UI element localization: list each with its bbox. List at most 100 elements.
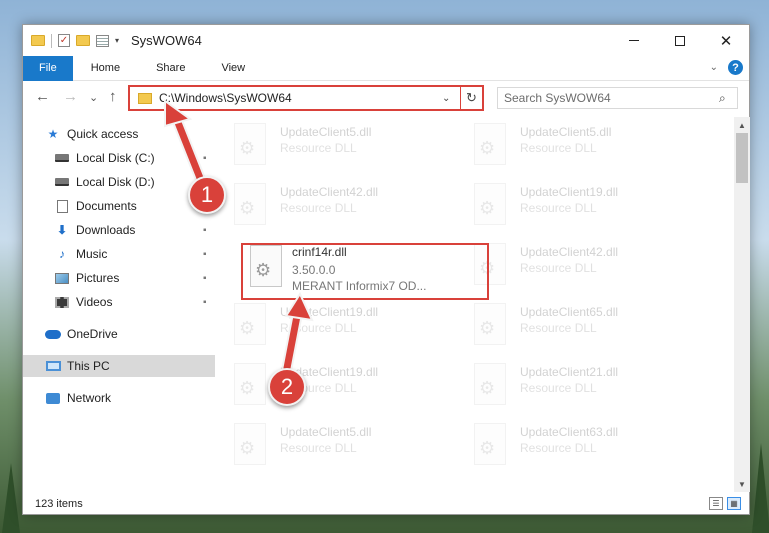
sidebar-item-videos[interactable]: Videos ▪ <box>23 291 215 313</box>
tab-file[interactable]: File <box>23 55 73 81</box>
file-item[interactable]: UpdateClient5.dll Resource DLL <box>228 417 453 475</box>
sidebar-item-this-pc[interactable]: This PC <box>23 355 215 377</box>
sidebar-item-documents[interactable]: Documents ▪ <box>23 195 215 217</box>
scroll-down-icon[interactable]: ▼ <box>734 476 750 492</box>
file-item[interactable]: UpdateClient5.dll Resource DLL <box>228 117 453 175</box>
file-description: Resource DLL <box>280 141 357 155</box>
tab-view[interactable]: View <box>203 56 263 81</box>
ribbon-tabs: File Home Share View ⌄ ? <box>23 55 749 81</box>
search-box[interactable]: Search SysWOW64 ⌕ <box>497 87 738 109</box>
file-description: Resource DLL <box>520 321 597 335</box>
view-switcher: ☰ ▦ <box>709 497 741 510</box>
help-icon[interactable]: ? <box>728 60 743 75</box>
file-description: Resource DLL <box>520 141 597 155</box>
maximize-icon <box>675 35 685 46</box>
sidebar-item-label: Quick access <box>67 127 139 141</box>
dll-file-icon <box>234 303 266 345</box>
status-bar: 123 items ☰ ▦ <box>23 493 749 515</box>
refresh-button[interactable]: ↻ <box>460 87 482 109</box>
sidebar-item-onedrive[interactable]: OneDrive <box>23 323 215 345</box>
vertical-scrollbar[interactable]: ▲ ▼ <box>734 117 750 492</box>
sidebar-item-label: Music <box>76 247 108 261</box>
file-list: UpdateClient5.dll Resource DLL UpdateCli… <box>216 117 733 492</box>
sidebar-item-label: Local Disk (C:) <box>76 151 155 165</box>
window-controls: ✕ <box>611 25 749 56</box>
file-item[interactable]: UpdateClient65.dll Resource DLL <box>468 297 693 355</box>
star-icon: ★ <box>47 127 59 141</box>
sidebar-item-music[interactable]: ♪ Music ▪ <box>23 243 215 265</box>
address-bar[interactable]: C:\Windows\SysWOW64 ⌄ ↻ <box>128 85 484 111</box>
tree <box>2 463 20 533</box>
cloud-icon <box>45 327 61 341</box>
view-properties-icon[interactable] <box>96 34 109 47</box>
scrollbar-thumb[interactable] <box>736 133 748 183</box>
properties-check-icon[interactable]: ✓ <box>58 34 70 47</box>
address-path[interactable]: C:\Windows\SysWOW64 <box>159 91 442 105</box>
folder-icon[interactable] <box>31 35 45 46</box>
up-button[interactable]: ↑ <box>109 88 117 105</box>
sidebar-item-label: Network <box>67 391 112 405</box>
dll-file-icon <box>474 123 506 165</box>
file-name: UpdateClient19.dll <box>280 305 379 319</box>
sidebar-item-label: Downloads <box>76 223 136 237</box>
pin-icon[interactable]: ▪ <box>203 297 207 308</box>
sidebar-item-pictures[interactable]: Pictures ▪ <box>23 267 215 289</box>
new-folder-icon[interactable] <box>76 35 90 46</box>
file-name: UpdateClient65.dll <box>520 305 619 319</box>
file-item[interactable]: UpdateClient19.dll Resource DLL <box>468 177 693 235</box>
search-icon[interactable]: ⌕ <box>719 91 737 106</box>
file-name: UpdateClient5.dll <box>280 425 372 439</box>
file-name: UpdateClient19.dll <box>520 185 619 199</box>
navigation-bar: ← → ⌄ ↑ C:\Windows\SysWOW64 ⌄ ↻ Search S… <box>23 83 749 113</box>
file-item[interactable]: UpdateClient19.dll Resource DLL <box>228 357 453 415</box>
dll-file-icon <box>474 423 506 465</box>
file-item[interactable]: UpdateClient21.dll Resource DLL <box>468 357 693 415</box>
tiles-view-icon[interactable]: ▦ <box>727 497 741 510</box>
pin-icon[interactable]: ▪ <box>203 153 207 164</box>
file-description: Resource DLL <box>280 441 357 455</box>
pin-icon[interactable]: ▪ <box>203 249 207 260</box>
picture-icon <box>54 271 70 285</box>
back-button[interactable]: ← <box>35 88 50 105</box>
file-explorer-window: ✓ ▾ SysWOW64 ✕ File Home Share View ⌄ ? … <box>22 24 750 515</box>
sidebar-item-local-disk-c[interactable]: Local Disk (C:) ▪ <box>23 147 215 169</box>
scroll-up-icon[interactable]: ▲ <box>734 117 750 133</box>
download-icon: ⬇ <box>56 223 68 237</box>
recent-locations-button[interactable]: ⌄ <box>89 91 98 104</box>
sidebar-item-downloads[interactable]: ⬇ Downloads ▪ <box>23 219 215 241</box>
sidebar-item-quick-access[interactable]: ★ Quick access <box>23 123 215 145</box>
file-item[interactable]: UpdateClient63.dll Resource DLL <box>468 417 693 475</box>
sidebar-item-local-disk-d[interactable]: Local Disk (D:) <box>23 171 215 193</box>
tab-share[interactable]: Share <box>138 56 203 81</box>
sidebar-item-network[interactable]: Network <box>23 387 215 409</box>
file-item[interactable]: UpdateClient5.dll Resource DLL <box>468 117 693 175</box>
file-item[interactable]: UpdateClient42.dll Resource DLL <box>228 177 453 235</box>
minimize-button[interactable] <box>611 25 657 56</box>
drive-icon <box>54 151 70 165</box>
maximize-button[interactable] <box>657 25 703 56</box>
tab-home[interactable]: Home <box>73 56 138 81</box>
file-item[interactable]: UpdateClient19.dll Resource DLL <box>228 297 453 355</box>
details-view-icon[interactable]: ☰ <box>709 497 723 510</box>
item-count: 123 items <box>35 498 83 510</box>
minimize-icon <box>629 40 639 41</box>
close-button[interactable]: ✕ <box>703 25 749 56</box>
network-icon <box>45 391 61 405</box>
file-name: UpdateClient63.dll <box>520 425 619 439</box>
pin-icon[interactable]: ▪ <box>203 225 207 236</box>
toolbar-divider <box>51 33 52 48</box>
search-input[interactable]: Search SysWOW64 <box>504 91 719 105</box>
address-dropdown-icon[interactable]: ⌄ <box>442 93 460 104</box>
file-name: UpdateClient42.dll <box>520 245 619 259</box>
tree <box>752 443 769 533</box>
file-description: Resource DLL <box>520 381 597 395</box>
file-name: UpdateClient42.dll <box>280 185 379 199</box>
forward-button[interactable]: → <box>63 88 78 105</box>
ribbon-expand-icon[interactable]: ⌄ <box>710 62 718 73</box>
chevron-down-icon[interactable]: ▾ <box>115 36 119 45</box>
file-description: Resource DLL <box>280 321 357 335</box>
file-item[interactable]: UpdateClient42.dll Resource DLL <box>468 237 693 295</box>
dll-file-icon <box>474 363 506 405</box>
pin-icon[interactable]: ▪ <box>203 273 207 284</box>
navigation-pane: ★ Quick access Local Disk (C:) ▪ Local D… <box>23 123 215 493</box>
